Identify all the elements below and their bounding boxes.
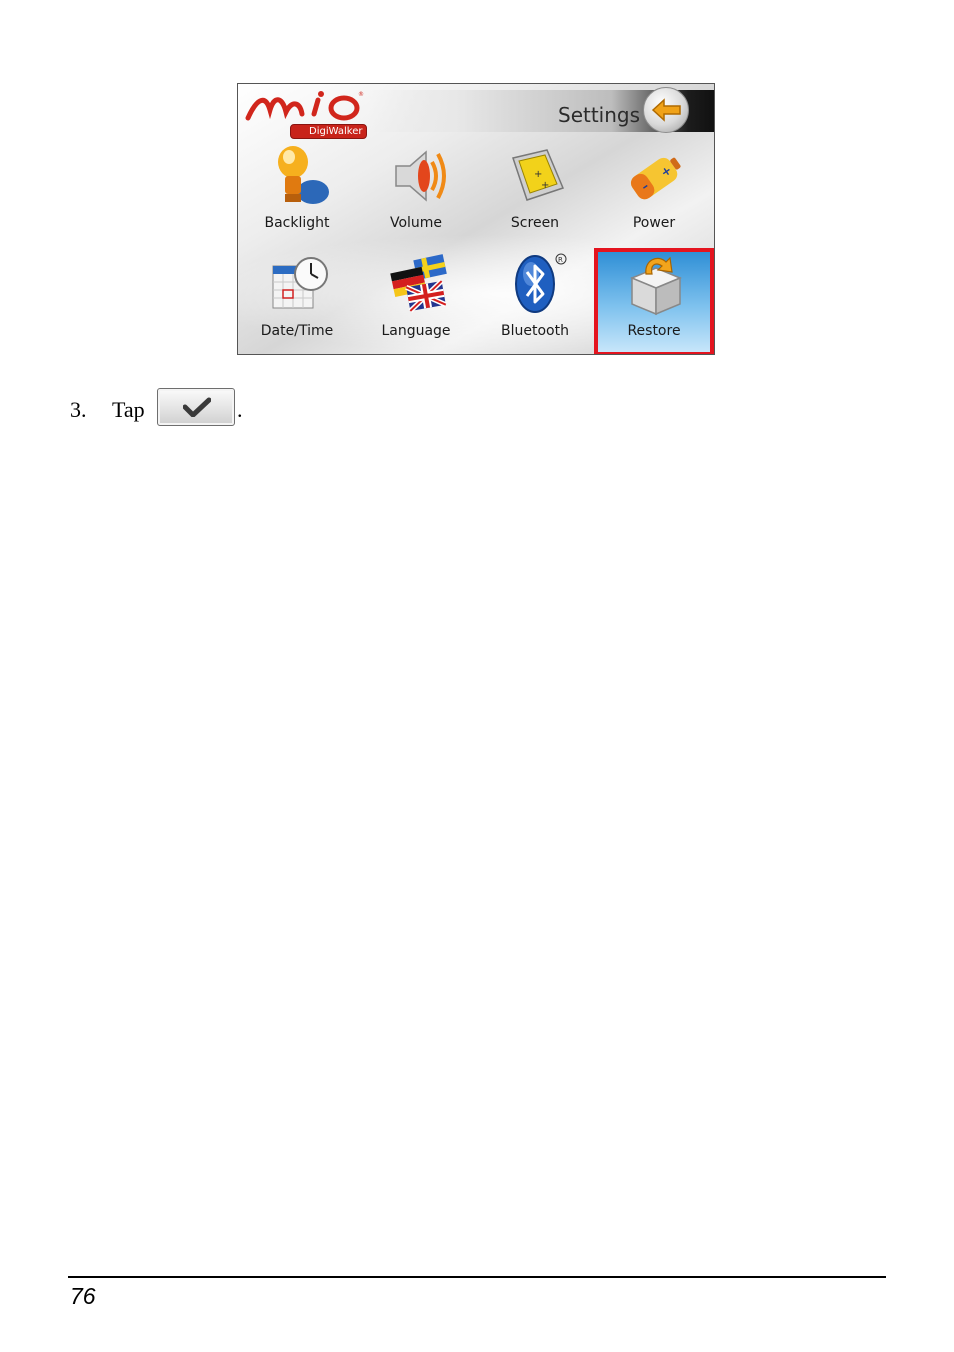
- settings-screenshot: ® DigiWalker Settings Backlight Volume +…: [237, 83, 715, 355]
- footer-rule: [68, 1276, 886, 1278]
- mio-logo: ® DigiWalker: [244, 88, 374, 139]
- screen-icon: + +: [512, 149, 565, 201]
- screen-label: Screen: [510, 215, 560, 231]
- bluetooth-item[interactable]: R Bluetooth: [479, 252, 591, 352]
- battery-icon: – +: [630, 157, 681, 200]
- date-time-item[interactable]: Date/Time: [241, 252, 353, 352]
- backlight-label: Backlight: [264, 215, 330, 231]
- restore-item[interactable]: Restore: [594, 248, 714, 354]
- volume-item[interactable]: Volume: [360, 144, 472, 244]
- checkmark-icon: [183, 397, 211, 417]
- step-number: 3.: [70, 397, 87, 422]
- back-button[interactable]: [643, 87, 689, 133]
- volume-label: Volume: [389, 215, 443, 231]
- date-time-label: Date/Time: [260, 323, 334, 339]
- calendar-clock-icon: [272, 257, 328, 309]
- screen-item[interactable]: + + Screen: [479, 144, 591, 244]
- bulb-icon: [278, 146, 329, 204]
- speaker-icon: [395, 150, 446, 202]
- language-label: Language: [381, 323, 451, 339]
- restore-box-icon: [630, 256, 682, 316]
- power-label: Power: [632, 215, 676, 231]
- logo-subtitle: DigiWalker: [290, 124, 368, 139]
- svg-text:®: ®: [358, 91, 364, 98]
- svg-text:+: +: [541, 180, 549, 191]
- svg-text:+: +: [534, 169, 542, 180]
- restore-label: Restore: [627, 323, 681, 339]
- power-item[interactable]: – + Power: [598, 144, 710, 244]
- svg-text:R: R: [558, 256, 563, 264]
- header-bar: ® DigiWalker Settings: [238, 84, 714, 139]
- confirm-button[interactable]: [157, 388, 235, 426]
- flags-icon: [390, 254, 447, 313]
- page-title: Settings: [558, 103, 641, 127]
- back-arrow-icon: [651, 98, 681, 122]
- step-period: .: [237, 397, 243, 422]
- page-number: 76: [70, 1283, 96, 1309]
- language-item[interactable]: Language: [360, 252, 472, 352]
- bluetooth-label: Bluetooth: [501, 323, 569, 339]
- step-text: Tap: [112, 397, 145, 422]
- bluetooth-icon: R: [515, 253, 567, 313]
- backlight-item[interactable]: Backlight: [241, 144, 353, 244]
